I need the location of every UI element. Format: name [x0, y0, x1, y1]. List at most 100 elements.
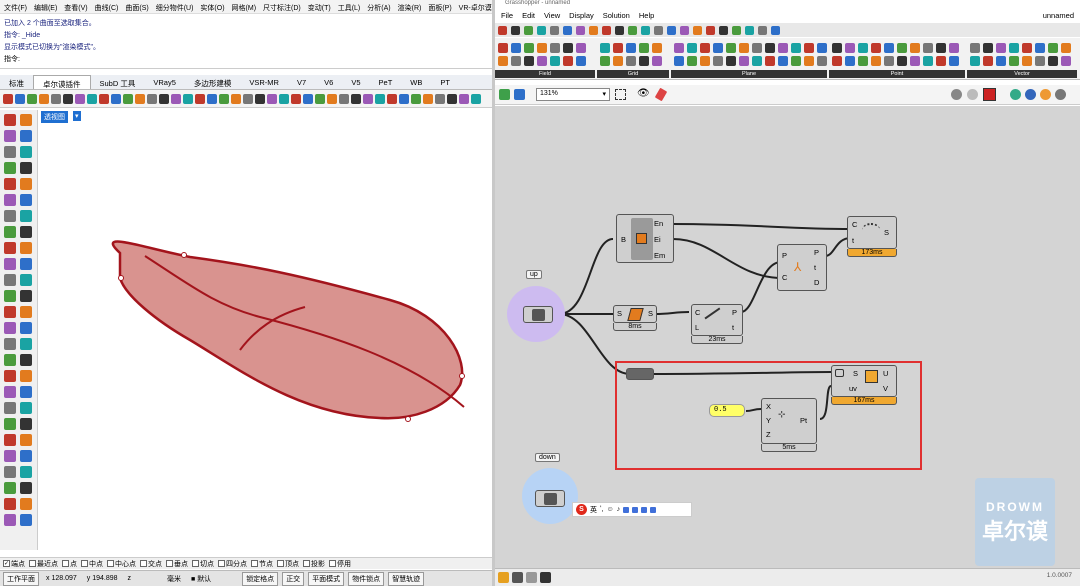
tool-icon[interactable] — [27, 93, 37, 104]
menu-item[interactable]: 尺寸标注(D) — [263, 3, 301, 13]
menu-item[interactable]: 工具(L) — [338, 3, 361, 13]
tool-icon[interactable] — [4, 322, 16, 334]
component-icon[interactable] — [983, 56, 993, 66]
component-icon[interactable] — [524, 56, 534, 66]
component-icon[interactable] — [1022, 43, 1032, 53]
component-tab-icon[interactable] — [758, 25, 767, 35]
plugin-icon[interactable] — [540, 572, 551, 583]
command-prompt[interactable]: 指令: — [4, 54, 488, 66]
menu-item[interactable]: VR-卓尔谟 — [459, 3, 492, 13]
component-icon[interactable] — [949, 43, 959, 53]
component-icon[interactable] — [713, 43, 723, 53]
tool-icon[interactable] — [20, 370, 32, 382]
component-icon[interactable] — [791, 43, 801, 53]
viewport-label[interactable]: 透视图 — [41, 111, 68, 123]
toolbar-tab[interactable]: 标准 — [0, 75, 33, 89]
component-tab-icon[interactable] — [732, 25, 741, 35]
component-icon[interactable] — [804, 56, 814, 66]
component-icon[interactable] — [511, 56, 521, 66]
toolbar-tab[interactable]: 多边形建模 — [185, 75, 241, 89]
planar-toggle[interactable]: 平面模式 — [308, 571, 345, 586]
layer-indicator[interactable]: ■ 默认 — [188, 573, 214, 585]
tool-icon[interactable] — [231, 93, 241, 104]
component-icon[interactable] — [936, 43, 946, 53]
toolbar-tab[interactable]: V5 — [342, 75, 369, 89]
component-tab-icon[interactable] — [654, 25, 663, 35]
autosave-icon[interactable] — [498, 572, 509, 583]
tool-icon[interactable] — [183, 93, 193, 104]
component-icon[interactable] — [739, 43, 749, 53]
component-tab-icon[interactable] — [771, 25, 780, 35]
tool-icon[interactable] — [147, 93, 157, 104]
tool-icon[interactable] — [87, 93, 97, 104]
menu-item[interactable]: 曲面(S) — [125, 3, 148, 13]
gh-menu-item[interactable]: File — [501, 11, 513, 21]
plugin-icon[interactable] — [526, 572, 537, 583]
brep-edges-component[interactable]: B En Ei Em — [616, 214, 674, 263]
menu-item[interactable]: 文件(F) — [4, 3, 27, 13]
component-icon[interactable] — [652, 43, 662, 53]
osnap-option[interactable]: 节点 — [251, 559, 273, 568]
tool-icon[interactable] — [207, 93, 217, 104]
component-tab-icon[interactable] — [680, 25, 689, 35]
tool-icon[interactable] — [20, 210, 32, 222]
menu-item[interactable]: 分析(A) — [367, 3, 390, 13]
tool-icon[interactable] — [351, 93, 361, 104]
tool-icon[interactable] — [4, 226, 16, 238]
tool-icon[interactable] — [447, 93, 457, 104]
toolbar-tab[interactable]: 卓尔谟插件 — [33, 75, 91, 89]
zoom-extents-icon[interactable] — [615, 89, 626, 100]
osnap-option[interactable]: ✓ 端点 — [3, 559, 25, 568]
component-icon[interactable] — [1048, 43, 1058, 53]
number-slider[interactable]: 0.5 — [709, 404, 745, 417]
skin-icon[interactable] — [641, 506, 648, 513]
menu-item[interactable]: 编辑(E) — [34, 3, 57, 13]
tool-icon[interactable] — [20, 450, 32, 462]
component-icon[interactable] — [996, 43, 1006, 53]
tool-icon[interactable] — [4, 354, 16, 366]
osnap-option[interactable]: 投影 — [303, 559, 325, 568]
checkbox[interactable] — [192, 560, 199, 567]
microphone-icon[interactable]: ♪ — [617, 506, 621, 513]
component-icon[interactable] — [1022, 56, 1032, 66]
tool-icon[interactable] — [219, 93, 229, 104]
component-icon[interactable] — [613, 43, 623, 53]
component-icon[interactable] — [897, 43, 907, 53]
component-tab-icon[interactable] — [615, 25, 624, 35]
component-icon[interactable] — [600, 56, 610, 66]
surface-param[interactable]: S S — [613, 305, 657, 323]
tool-icon[interactable] — [387, 93, 397, 104]
tool-icon[interactable] — [243, 93, 253, 104]
tool-icon[interactable] — [39, 93, 49, 104]
tool-icon[interactable] — [20, 482, 32, 494]
component-icon[interactable] — [674, 43, 684, 53]
component-icon[interactable] — [765, 56, 775, 66]
component-tab-icon[interactable] — [498, 25, 507, 35]
tool-icon[interactable] — [4, 210, 16, 222]
tool-icon[interactable] — [20, 418, 32, 430]
component-icon[interactable] — [1061, 43, 1071, 53]
tool-icon[interactable] — [4, 130, 16, 142]
component-icon[interactable] — [970, 56, 980, 66]
component-icon[interactable] — [498, 43, 508, 53]
osnap-option[interactable]: 顶点 — [277, 559, 299, 568]
component-icon[interactable] — [804, 43, 814, 53]
tool-icon[interactable] — [4, 370, 16, 382]
cplane-indicator[interactable]: 工作平面 — [3, 571, 39, 586]
osnap-option[interactable]: 垂点 — [166, 559, 188, 568]
menu-item[interactable]: 细分物件(U) — [156, 3, 194, 13]
control-point[interactable] — [459, 373, 465, 379]
component-tab-icon[interactable] — [576, 25, 585, 35]
tool-icon[interactable] — [375, 93, 385, 104]
menu-item[interactable]: 实体(O) — [200, 3, 224, 13]
toolbar-tab[interactable]: VRay5 — [144, 75, 185, 89]
tool-icon[interactable] — [20, 386, 32, 398]
pull-curve-component[interactable]: C L P t — [691, 304, 743, 336]
tool-icon[interactable] — [4, 290, 16, 302]
tool-icon[interactable] — [20, 114, 32, 126]
tool-icon[interactable] — [423, 93, 433, 104]
component-tab-icon[interactable] — [745, 25, 754, 35]
component-tab-icon[interactable] — [563, 25, 572, 35]
ime-toolbar[interactable]: S 英 ʻ, ☺ ♪ — [572, 502, 692, 517]
component-icon[interactable] — [970, 43, 980, 53]
